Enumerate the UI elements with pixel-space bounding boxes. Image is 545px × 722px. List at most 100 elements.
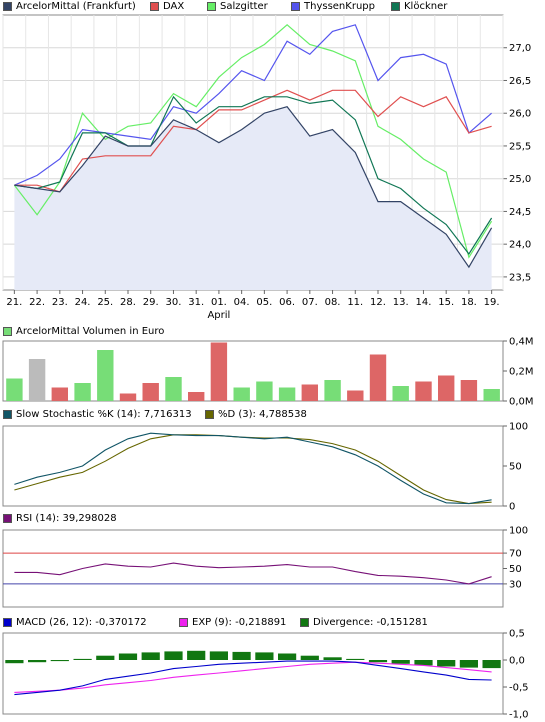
x-tick-label: 29.	[143, 297, 159, 308]
divergence-bar	[482, 660, 501, 669]
macd-chart: -1,0 -0,5 0,0 0,5	[2, 629, 529, 721]
y-tick-label: -1,0	[509, 710, 529, 721]
volume-bar	[415, 381, 432, 401]
divergence-bar	[164, 651, 183, 660]
divergence-bar	[5, 660, 24, 664]
y-tick-label: 25,5	[509, 141, 531, 152]
y-tick-label: 24,5	[509, 207, 531, 218]
stochastic-chart: 0 50 100	[2, 422, 528, 513]
volume-bar	[369, 354, 387, 401]
volume-bar	[51, 387, 68, 401]
divergence-bar	[255, 652, 274, 660]
volume-bar	[256, 381, 273, 401]
plot-area	[2, 632, 504, 715]
x-tick-label: 07.	[302, 297, 318, 308]
volume-bar	[278, 387, 296, 401]
price-panel: ArcelorMittal (Frankfurt) DAX Salzgitter…	[0, 0, 545, 325]
y-tick-label: 0,0M	[509, 397, 534, 408]
divergence-bar	[323, 657, 342, 660]
volume-bar	[392, 386, 409, 401]
price-chart: 23,5 24,0 24,5 25,0 25,5 26,0 26,5 27,0 21. 22. 23…	[2, 14, 531, 321]
divergence-bar	[346, 658, 365, 660]
x-tick-label: 06.	[279, 297, 295, 308]
y-tick-label: 24,0	[509, 240, 531, 251]
divergence-bar	[459, 660, 478, 668]
month-label: April	[207, 310, 230, 321]
y-tick-label: 27,0	[509, 43, 531, 54]
x-tick-label: 05.	[256, 297, 272, 308]
volume-bar	[97, 350, 114, 401]
volume-bar	[74, 383, 91, 401]
volume-bar	[483, 389, 500, 401]
volume-bar	[28, 359, 46, 401]
volume-bar	[301, 384, 318, 401]
plot-area	[2, 529, 504, 608]
x-tick-label: 13.	[393, 297, 409, 308]
y-tick-label: 0	[509, 502, 515, 513]
y-tick-label: 50	[509, 462, 522, 473]
y-tick-label: 25,0	[509, 174, 531, 185]
volume-bar	[210, 342, 228, 401]
x-tick-label: 24.	[75, 297, 91, 308]
divergence-bar	[50, 660, 69, 662]
volume-bar	[165, 377, 182, 401]
divergence-bar	[391, 660, 410, 664]
y-tick-label: 26,0	[509, 109, 531, 120]
y-tick-label: 50	[509, 564, 522, 575]
volume-bar	[460, 380, 478, 401]
volume-bar	[324, 380, 341, 401]
divergence-bar	[96, 655, 115, 660]
y-tick-label: 100	[509, 422, 528, 433]
volume-bar	[438, 375, 455, 401]
x-tick-label: 18.	[461, 297, 477, 308]
divergence-bar	[368, 660, 388, 663]
divergence-bar	[300, 655, 319, 660]
divergence-bar	[232, 651, 251, 660]
y-tick-label: 70	[509, 549, 522, 560]
macd-panel: MACD (26, 12): -0,370172 EXP (9): -0,218…	[0, 616, 545, 722]
x-tick-label: 19.	[484, 297, 500, 308]
y-tick-label: -0,5	[509, 683, 529, 694]
y-tick-label: 0,5	[509, 629, 525, 640]
y-tick-label: 100	[509, 526, 528, 537]
divergence-bar	[118, 653, 138, 660]
divergence-bar	[187, 650, 206, 660]
volume-bar	[6, 378, 23, 401]
x-tick-label: 15.	[438, 297, 454, 308]
x-tick-label: 30.	[166, 297, 182, 308]
y-tick-label: 30	[509, 579, 522, 590]
divergence-bar	[28, 660, 47, 663]
x-tick-label: 11.	[347, 297, 363, 308]
volume-bar	[347, 390, 364, 401]
rsi-panel: RSI (14): 39,298028 30 50 70 100	[0, 512, 545, 612]
volume-bar	[233, 387, 250, 401]
divergence-bar	[73, 658, 92, 660]
x-tick-label: 23.	[52, 297, 68, 308]
y-tick-label: 26,5	[509, 76, 531, 87]
volume-bar	[142, 383, 159, 401]
volume-bar	[188, 392, 205, 401]
divergence-bar	[209, 651, 228, 660]
stochastic-panel: Slow Stochastic %K (14): 7,716313 %D (3)…	[0, 408, 545, 512]
volume-bar	[119, 393, 137, 401]
y-tick-label: 0,4M	[509, 337, 534, 348]
x-tick-label: 01.	[211, 297, 227, 308]
x-tick-label: 04.	[234, 297, 250, 308]
x-tick-label: 25.	[97, 297, 113, 308]
volume-panel: ArcelorMittal Volumen in Euro 0,0M 0,2M 0,…	[0, 325, 545, 408]
divergence-bar	[141, 652, 160, 660]
x-tick-label: 14.	[416, 297, 432, 308]
y-tick-label: 23,5	[509, 272, 531, 283]
x-tick-label: 28.	[120, 297, 136, 308]
divergence-bar	[437, 660, 456, 667]
x-tick-label: 22.	[29, 297, 45, 308]
divergence-bar	[278, 653, 297, 660]
y-tick-label: 0,0	[509, 656, 525, 667]
rsi-chart: 30 50 70 100	[2, 526, 528, 608]
y-tick-label: 0,2M	[509, 367, 534, 378]
volume-chart: 0,0M 0,2M 0,4M	[2, 337, 534, 408]
x-tick-label: 31.	[188, 297, 204, 308]
x-tick-label: 21.	[6, 297, 22, 308]
x-tick-label: 08.	[325, 297, 341, 308]
x-tick-label: 12.	[370, 297, 386, 308]
